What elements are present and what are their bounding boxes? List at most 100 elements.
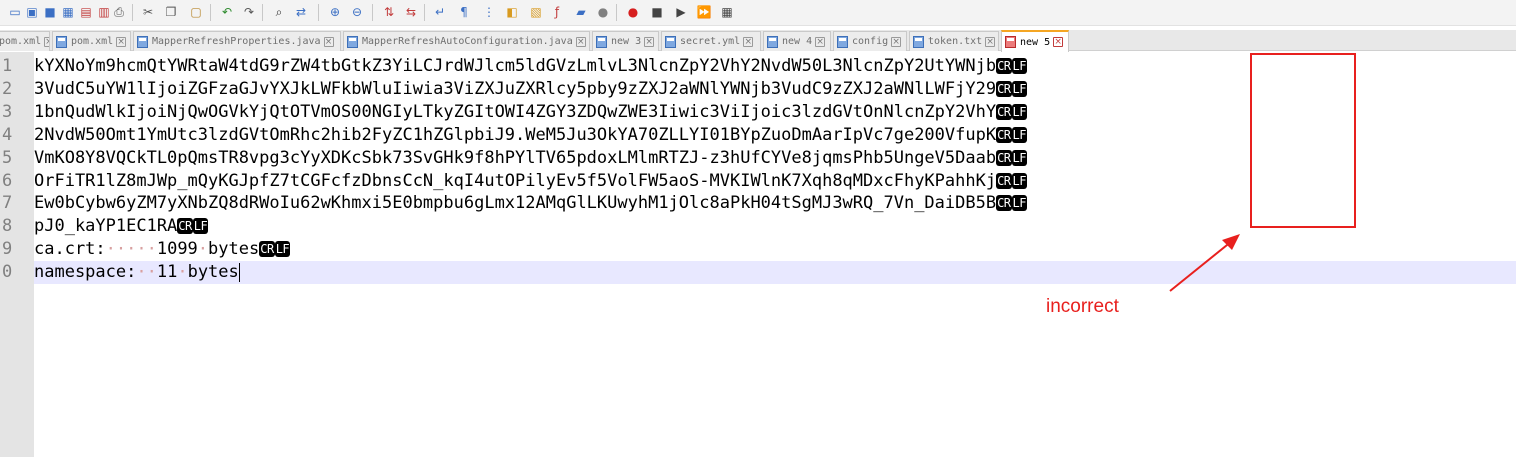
whitespace-marker: ·····	[105, 239, 157, 260]
whitespace-marker: ·	[177, 262, 188, 283]
show-all-characters-icon[interactable]: ¶	[455, 3, 473, 21]
toolbar-separator	[262, 4, 263, 21]
whitespace-marker: ·	[197, 239, 209, 260]
print-icon[interactable]: ⎙	[110, 3, 128, 21]
close-tab-icon[interactable]: ×	[743, 36, 754, 47]
annotation-label: incorrect	[1046, 296, 1119, 317]
close-tab-icon[interactable]: ×	[323, 36, 334, 47]
tab-label: MapperRefreshProperties.java	[152, 36, 321, 47]
line-number: 8	[2, 216, 13, 237]
cr-eol-marker: CR	[177, 218, 193, 235]
save-all-icon[interactable]: ▦	[59, 3, 77, 21]
saved-file-icon	[767, 35, 778, 48]
lf-eol-marker: LF	[274, 241, 291, 258]
line-number-gutter: 1234567890	[0, 52, 34, 457]
zoom-out-icon[interactable]: ⊖	[348, 3, 366, 21]
close-tab-icon[interactable]: ×	[815, 36, 826, 47]
indent-guide-icon[interactable]: ⋮	[480, 3, 498, 21]
function-list-icon[interactable]: ƒ	[548, 3, 566, 21]
word-wrap-icon[interactable]: ↵	[431, 3, 449, 21]
paste-icon[interactable]: ▢	[187, 3, 205, 21]
zoom-in-icon[interactable]: ⊕	[326, 3, 344, 21]
cr-eol-marker: CR	[996, 80, 1012, 97]
line-number: 4	[2, 124, 13, 145]
document-tab[interactable]: new 5 ×	[1001, 30, 1069, 52]
close-tab-icon[interactable]: ×	[985, 36, 996, 47]
saved-file-icon	[347, 35, 358, 48]
close-tab-icon[interactable]: ×	[644, 36, 655, 47]
document-tab[interactable]: MapperRefreshProperties.java ×	[133, 31, 341, 51]
open-file-icon[interactable]: ▣	[23, 3, 41, 21]
undo-icon[interactable]: ↶	[218, 3, 236, 21]
line-text: namespace:	[34, 262, 137, 283]
line-number: 7	[2, 193, 13, 214]
tab-label: token.txt	[928, 36, 983, 47]
stop-macro-icon[interactable]: ■	[648, 3, 666, 21]
cr-eol-marker: CR	[996, 126, 1012, 143]
lf-eol-marker: LF	[192, 218, 209, 235]
close-tab-icon[interactable]: ×	[44, 36, 49, 47]
close-icon[interactable]: ▤	[77, 3, 95, 21]
line-number: 3	[2, 101, 13, 122]
tab-label: new 3	[611, 36, 642, 47]
new-file-icon[interactable]: ▭	[6, 3, 24, 21]
line-number: 2	[2, 78, 13, 99]
current-line[interactable]: namespace:··11·bytes	[34, 261, 1516, 285]
line-number: 9	[2, 239, 13, 260]
redo-icon[interactable]: ↷	[240, 3, 258, 21]
whitespace-marker: ··	[136, 262, 157, 283]
document-map-icon[interactable]: ▧	[527, 3, 545, 21]
tab-label: MapperRefreshAutoConfiguration.java	[362, 36, 573, 47]
sync-vertical-icon[interactable]: ⇅	[380, 3, 398, 21]
document-tab[interactable]: pom.xml×	[52, 31, 131, 51]
copy-icon[interactable]: ❐	[162, 3, 180, 21]
tab-label: config	[852, 36, 889, 47]
toolbar: ▭ ▣ ■ ▦ ▤ ▥ ⎙ ✂ ❐ ▢ ↶ ↷ ⌕ ⇄ ⊕ ⊖ ⇅ ⇆ ↵ ¶ ⋮ ◧ ▧ ƒ ▰ ● ● ■ ▶ ⏩ ▦	[0, 0, 1516, 26]
document-tab[interactable]: new 3 ×	[592, 31, 659, 51]
monitoring-icon[interactable]: ●	[594, 3, 612, 21]
lf-eol-marker: LF	[1011, 172, 1027, 189]
code-line[interactable]: ca.crt:·····1099·bytesCR LF	[34, 238, 1516, 261]
cr-eol-marker: CR	[996, 172, 1012, 189]
record-macro-icon[interactable]: ●	[624, 3, 642, 21]
play-macro-icon[interactable]: ▶	[672, 3, 690, 21]
run-macro-multiple-icon[interactable]: ⏩	[695, 3, 713, 21]
cr-eol-marker: CR	[996, 149, 1012, 166]
close-tab-icon[interactable]: ×	[1053, 37, 1064, 47]
line-text: bytes	[187, 262, 239, 283]
replace-icon[interactable]: ⇄	[292, 3, 310, 21]
close-tab-icon[interactable]: ×	[116, 36, 127, 47]
document-tab[interactable]: MapperRefreshAutoConfiguration.java ×	[343, 31, 590, 51]
cr-eol-marker: CR	[996, 195, 1012, 212]
find-icon[interactable]: ⌕	[270, 3, 288, 21]
toolbar-separator	[210, 4, 211, 21]
tab-label: new 5	[1020, 36, 1051, 48]
toolbar-separator	[424, 4, 425, 21]
saved-file-icon	[137, 35, 148, 48]
document-tab[interactable]: new 4 ×	[763, 31, 831, 51]
user-language-icon[interactable]: ◧	[503, 3, 521, 21]
line-text: OrFiTR1lZ8mJWp_mQyKGJpfZ7tCGFcfzDbnsCcN_…	[34, 170, 997, 191]
tab-label: secret.yml	[680, 36, 741, 47]
close-tab-icon[interactable]: ×	[891, 36, 902, 47]
lf-eol-marker: LF	[1011, 58, 1027, 74]
document-tab[interactable]: secret.yml ×	[661, 31, 761, 51]
text-caret	[238, 263, 240, 283]
line-text: bytes	[208, 239, 260, 260]
saved-file-icon	[665, 35, 676, 48]
save-macro-icon[interactable]: ▦	[718, 3, 736, 21]
document-tab[interactable]: config ×	[833, 31, 907, 51]
close-tab-icon[interactable]: ×	[575, 36, 586, 47]
lf-eol-marker: LF	[1011, 80, 1027, 97]
document-tab[interactable]: token.txt ×	[909, 31, 999, 51]
cr-eol-marker: CR	[259, 241, 275, 258]
lf-eol-marker: LF	[1011, 126, 1027, 143]
saved-file-icon	[837, 35, 848, 48]
document-tab[interactable]: pom.xml×	[0, 31, 50, 51]
cut-icon[interactable]: ✂	[139, 3, 157, 21]
sync-horizontal-icon[interactable]: ⇆	[402, 3, 420, 21]
save-icon[interactable]: ■	[41, 3, 59, 21]
toolbar-separator	[132, 4, 133, 21]
folder-workspace-icon[interactable]: ▰	[572, 3, 590, 21]
annotation-highlight-box	[1250, 53, 1356, 228]
